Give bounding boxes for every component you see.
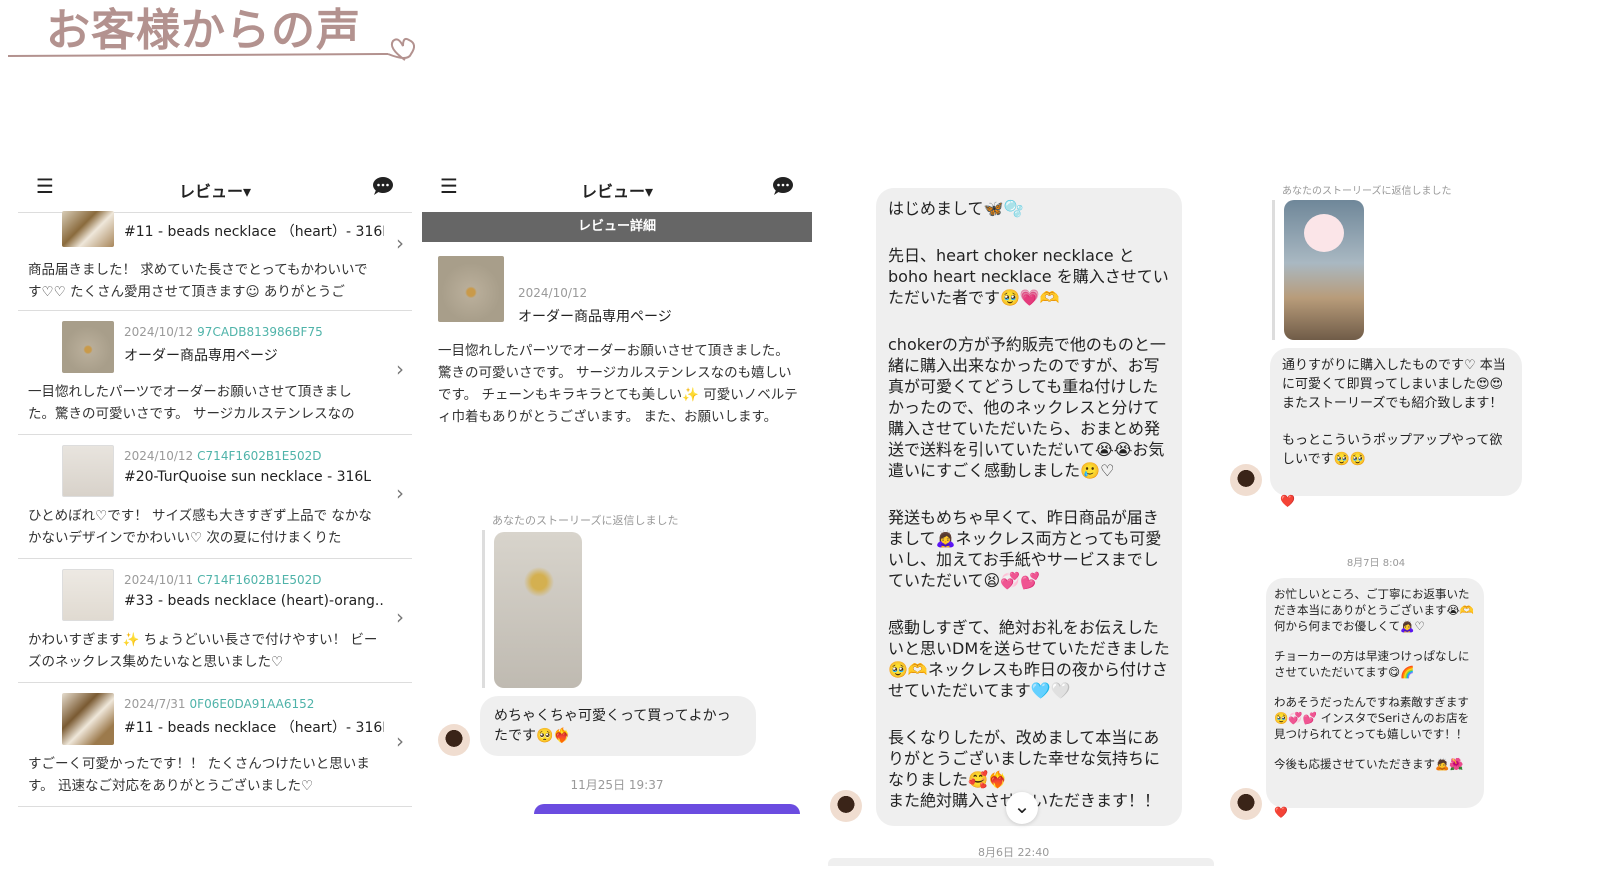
message-text: わあそうだったんですね素敵すぎます🥹💞💕 インスタでSeriさんのお店を見つけら… [1274,695,1470,741]
chevron-down-icon: ⌄ [1013,794,1031,818]
order-code[interactable]: C714F1602B1E502D [197,573,321,587]
review-dropdown[interactable]: レビュー▾ [422,178,812,202]
avatar[interactable] [1230,464,1262,496]
long-message-bubble: はじめまして🦋🫧 先日、heart choker necklace と boho… [876,188,1182,826]
review-topbar: ☰ レビュー▾ [18,168,412,212]
title-underline-heart [8,37,415,61]
sent-message-edge [534,804,800,814]
message-paragraph: 発送もめちゃ早くて、昨日商品が届きまして🙇‍♀️ネックレス両方とっても可愛いし、… [888,508,1162,590]
story-reply-label: あなたのストーリーズに返信しました [492,514,679,527]
review-detail-panel: ☰ レビュー▾ レビュー詳細 2024/10/12 オーダー商品専用ページ 一目… [422,168,812,882]
avatar[interactable] [1230,788,1262,820]
review-text: 一目惚れしたパーツでオーダーお願いさせて頂きました。驚きの可愛いさです。 サージ… [28,384,355,422]
message-text: もっとこういうポップアップやって欲しいです🥹🥹 [1282,433,1503,467]
review-item[interactable]: 2024/10/12 C714F1602B1E502D #20-TurQuoise… [18,435,412,559]
review-meta: 2024/10/12 97CADB813986BF75 [124,325,323,339]
review-detail-text: 一目惚れしたパーツでオーダーお願いさせて頂きました。驚きの可愛いさです。 サージ… [438,343,798,425]
review-date: 2024/10/11 [124,573,194,587]
message-text: お忙しいところ、ご丁寧にお返事いただき本当にありがとうございます😭🫶何から何まで… [1274,587,1475,633]
product-thumbnail [62,211,114,247]
story-reply-label: あなたのストーリーズに返信しました [1282,186,1452,197]
scroll-down-button[interactable]: ⌄ [1006,792,1038,824]
story-image[interactable] [1284,200,1364,340]
chevron-right-icon[interactable]: › [396,357,404,381]
review-item[interactable]: 2024/7/31 0F06E0DA91AA6152 #11 - beads ne… [18,683,412,807]
review-text: すごーく可愛かったです！！ たくさんつけたいと思います。 迅速なご対応をありがと… [28,756,370,794]
product-name: #20-TurQuoise sun necklace - 316L [124,469,372,485]
message-greeting: はじめまして🦋🫧 [888,199,1024,218]
product-thumbnail [62,321,114,373]
heart-reaction-icon: ❤️ [1274,806,1288,819]
message-bubble: お忙しいところ、ご丁寧にお返事いただき本当にありがとうございます😭🫶何から何まで… [1266,578,1484,808]
review-topbar: ☰ レビュー▾ [422,168,812,212]
product-name: #33 - beads necklace (heart)-orang... [124,593,384,609]
message-bubble: めちゃくちゃ可愛くって買ってよかったです🥺❤️‍🔥 [480,696,756,756]
story-reply-line [1272,200,1275,340]
product-name: #11 - beads necklace （heart）- 316L [124,720,384,736]
review-item[interactable]: 2024/10/12 97CADB813986BF75 オーダー商品専用ページ 一… [18,311,412,435]
chat-bubble-icon[interactable] [772,176,794,196]
order-code[interactable]: 97CADB813986BF75 [197,325,323,339]
review-text: 商品届きました！ 求めていた長さでとってもかわいいです♡♡ たくさん愛用させて頂… [28,262,368,300]
review-dropdown[interactable]: レビュー▾ [18,178,412,202]
message-bubble: 通りすがりに購入したものです♡ 本当に可愛くて即買ってしまいました😍😍またストー… [1270,348,1522,496]
order-code[interactable]: C714F1602B1E502D [197,449,321,463]
review-item[interactable]: 2024/10/11 C714F1602B1E502D #33 - beads n… [18,559,412,683]
heart-reaction-icon: ❤️ [1280,494,1295,508]
story-reply-line [482,530,485,688]
message-timestamp: 8月7日 8:04 [1346,558,1406,569]
dm-right-panel: あなたのストーリーズに返信しました 通りすがりに購入したものです♡ 本当に可愛く… [1226,178,1526,842]
review-item[interactable]: #11 - beads necklace （heart）- 316L 商品届きま… [18,211,412,311]
message-paragraph: 長くなりしたが、改めまして本当にありがとうございました幸せな気持ちになりました🥰… [888,728,1161,789]
product-thumbnail [62,569,114,621]
message-paragraph: chokerの方が予約販売で他のものと一緒に購入出来なかったのですが、お写真が可… [888,335,1166,480]
chat-bubble-icon[interactable] [372,176,394,196]
order-code[interactable]: 0F06E0DA91AA6152 [190,697,315,711]
message-paragraph: 感動しすぎて、絶対お礼をお伝えしたいと思いDMを送らせていただきました🥹🫶ネック… [888,618,1170,700]
review-date: 2024/10/12 [124,325,194,339]
chevron-right-icon[interactable]: › [396,481,404,505]
product-thumbnail [438,256,504,322]
review-meta: 2024/10/11 C714F1602B1E502D [124,573,322,587]
review-dropdown-label: レビュー [178,182,243,201]
message-timestamp: 11月25日 19:37 [570,778,664,792]
review-list-panel: ☰ レビュー▾ #11 - beads necklace （heart）- 31… [18,168,412,818]
message-text: 今後も応援させていただきます🙇🌺 [1274,757,1464,771]
story-image[interactable] [494,532,582,688]
review-text: かわいすぎます✨ ちょうどいい長さで付けやすい！ ビーズのネックレス集めたいなと… [28,632,378,670]
message-text: チョーカーの方は早速つけっぱなしにさせていただいてます😋🌈 [1274,649,1470,679]
dropdown-arrow-icon: ▾ [644,182,654,201]
product-name: #11 - beads necklace （heart）- 316L [124,224,384,240]
review-meta: 2024/7/31 0F06E0DA91AA6152 [124,697,314,711]
chevron-right-icon[interactable]: › [396,729,404,753]
next-message-edge [828,858,1214,866]
product-thumbnail [62,693,114,745]
message-paragraph: 先日、heart choker necklace と boho heart ne… [888,246,1169,307]
dm-long-panel: はじめまして🦋🫧 先日、heart choker necklace と boho… [828,186,1214,882]
review-text: ひとめぼれ♡です！ サイズ感も大きすぎず上品で なかなかないデザインでかわいい♡… [28,508,372,546]
dropdown-arrow-icon: ▾ [242,182,252,201]
review-dropdown-label: レビュー [580,182,645,201]
chevron-right-icon[interactable]: › [396,231,404,255]
message-text: 通りすがりに購入したものです♡ 本当に可愛くて即買ってしまいました😍😍またストー… [1282,358,1506,411]
product-name: オーダー商品専用ページ [518,309,672,325]
chevron-right-icon[interactable]: › [396,605,404,629]
avatar[interactable] [830,790,862,822]
avatar[interactable] [438,724,470,756]
product-name: オーダー商品専用ページ [124,348,278,364]
review-date: 2024/10/12 [124,449,194,463]
review-date: 2024/10/12 [518,286,588,300]
review-date: 2024/7/31 [124,697,186,711]
product-thumbnail [62,445,114,497]
review-detail-bar: レビュー詳細 [422,212,812,242]
review-meta: 2024/10/12 C714F1602B1E502D [124,449,322,463]
